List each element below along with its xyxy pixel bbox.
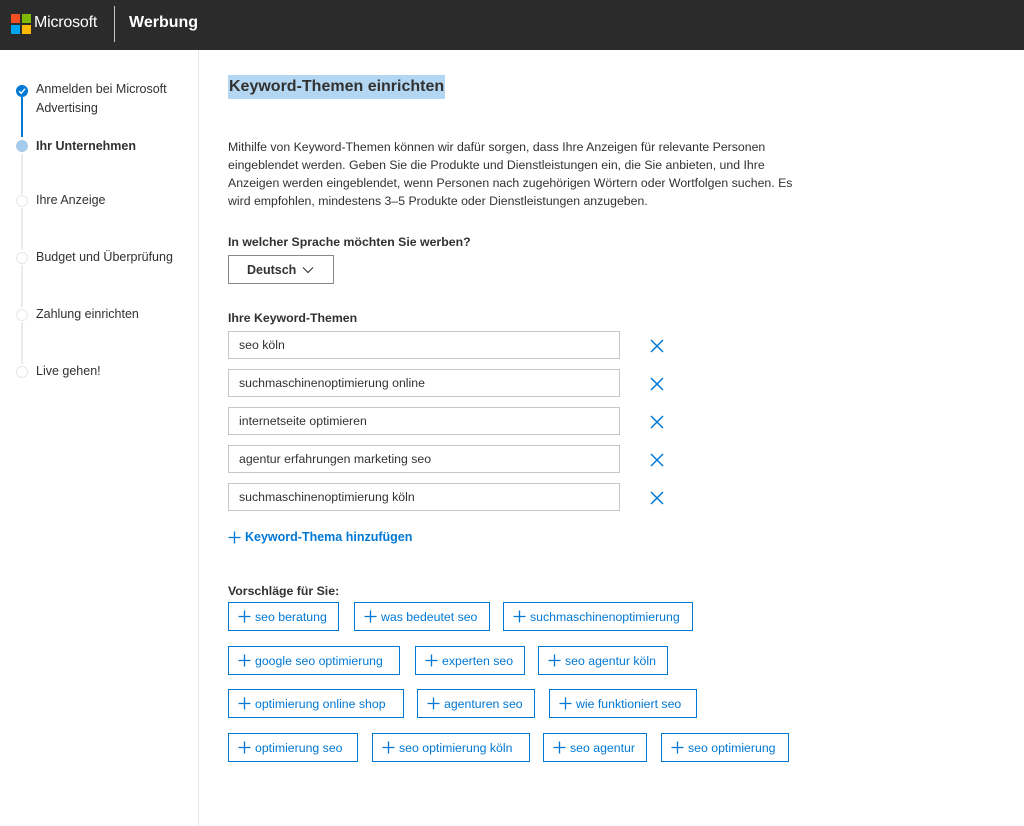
plus-icon [548,654,561,667]
suggestion-chip[interactable]: optimierung seo [228,733,358,762]
microsoft-logo-icon [11,14,31,34]
step-pending-dot-icon [16,366,28,378]
top-bar: Microsoft Werbung [0,0,1024,50]
sidebar-divider [198,50,199,826]
keywords-label: Ihre Keyword-Themen [228,311,358,325]
suggestion-label: google seo optimierung [255,653,383,668]
suggestion-label: optimierung seo [255,740,343,755]
suggestion-chip[interactable]: seo agentur köln [538,646,668,675]
step-connector [21,322,23,364]
close-icon[interactable] [649,452,665,468]
plus-icon [238,741,251,754]
add-keyword-button[interactable]: Keyword-Thema hinzufügen [228,530,412,544]
keyword-input[interactable]: internetseite optimieren [228,407,620,435]
suggestion-chip[interactable]: google seo optimierung [228,646,400,675]
step-connector [21,208,23,250]
plus-icon [364,610,377,623]
logo-square-yellow [22,25,31,34]
keyword-value: internetseite optimieren [239,414,367,428]
logo-square-blue [11,25,20,34]
step-connector [21,97,23,137]
close-icon[interactable] [649,490,665,506]
chevron-down-icon [302,266,314,273]
suggestion-chip[interactable]: seo agentur [543,733,647,762]
suggestion-chip[interactable]: seo optimierung [661,733,789,762]
step-label-business: Ihr Unternehmen [36,139,137,153]
suggestion-label: optimierung online shop [255,696,386,711]
keyword-input[interactable]: suchmaschinenoptimierung köln [228,483,620,511]
language-dropdown[interactable]: Deutsch [228,255,334,284]
keyword-input[interactable]: agentur erfahrungen marketing seo [228,445,620,473]
step-label-budget: Budget und Überprüfung [36,250,173,264]
intro-text: Mithilfe von Keyword-Themen können wir d… [228,140,793,208]
keyword-value: seo köln [239,338,285,352]
product-name: Werbung [129,14,199,31]
step-label-sign-in: Anmelden bei Microsoft Advertising [36,82,167,115]
suggestion-label: seo agentur köln [565,653,656,668]
suggestion-chip[interactable]: was bedeutet seo [354,602,490,631]
logo-square-red [11,14,20,23]
suggestion-label: wie funktioniert seo [576,696,682,711]
add-keyword-label: Keyword-Thema hinzufügen [245,530,413,544]
plus-icon [553,741,566,754]
suggestion-chip[interactable]: wie funktioniert seo [549,689,697,718]
step-current-dot-icon [16,140,28,152]
plus-icon [425,654,438,667]
header-divider [114,6,115,42]
suggestion-chip[interactable]: seo optimierung köln [372,733,530,762]
suggestions-label: Vorschläge für Sie: [228,584,340,598]
plus-icon [671,741,684,754]
plus-icon [427,697,440,710]
language-selected-value: Deutsch [247,262,297,277]
close-icon[interactable] [649,376,665,392]
suggestion-chip[interactable]: suchmaschinenoptimierung [503,602,693,631]
suggestion-label: seo agentur [570,740,635,755]
plus-icon [238,610,251,623]
suggestion-chip[interactable]: agenturen seo [417,689,535,718]
suggestion-label: experten seo [442,653,514,668]
plus-icon [559,697,572,710]
logo-square-green [22,14,31,23]
plus-icon [382,741,395,754]
keyword-value: suchmaschinenoptimierung online [239,376,425,390]
language-question: In welcher Sprache möchten Sie werben? [228,235,471,249]
keyword-input[interactable]: suchmaschinenoptimierung online [228,369,620,397]
suggestion-label: seo beratung [255,609,327,624]
plus-icon [228,531,241,543]
suggestion-label: seo optimierung [688,740,776,755]
plus-icon [238,697,251,710]
suggestion-label: was bedeutet seo [381,609,478,624]
step-label-go-live: Live gehen! [36,364,101,378]
page-title: Keyword-Themen einrichten [228,75,446,99]
step-connector [21,265,23,307]
step-connector [21,154,23,194]
suggestion-chip[interactable]: optimierung online shop [228,689,404,718]
keyword-value: suchmaschinenoptimierung köln [239,490,415,504]
step-label-ad: Ihre Anzeige [36,193,106,207]
keyword-value: agentur erfahrungen marketing seo [239,452,432,466]
step-label-payment: Zahlung einrichten [36,307,139,321]
close-icon[interactable] [649,414,665,430]
close-icon[interactable] [649,338,665,354]
step-pending-dot-icon [16,309,28,321]
brand-name: Microsoft [34,14,98,31]
plus-icon [238,654,251,667]
suggestion-chip[interactable]: experten seo [415,646,525,675]
suggestion-chip[interactable]: seo beratung [228,602,339,631]
step-pending-dot-icon [16,195,28,207]
step-pending-dot-icon [16,252,28,264]
plus-icon [513,610,526,623]
suggestion-label: seo optimierung köln [399,740,513,755]
suggestion-label: agenturen seo [444,696,523,711]
step-done-checkmark-icon [16,85,28,97]
suggestion-label: suchmaschinenoptimierung [530,609,680,624]
keyword-input[interactable]: seo köln [228,331,620,359]
